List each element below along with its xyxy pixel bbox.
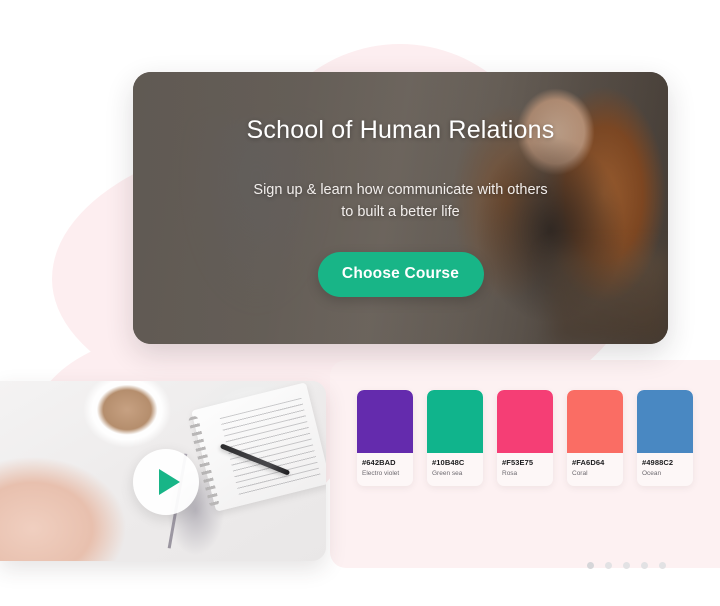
pagination-dot[interactable]: [605, 562, 612, 569]
color-swatch[interactable]: #FA6D64 Coral: [567, 390, 623, 486]
swatch-hex-label: #642BAD: [362, 458, 396, 467]
swatch-color-chip: [567, 390, 623, 453]
play-button[interactable]: [133, 449, 199, 515]
swatch-name-label: Coral: [572, 470, 588, 477]
color-swatch[interactable]: #10B48C Green sea: [427, 390, 483, 486]
pagination-dot[interactable]: [659, 562, 666, 569]
hero-title: School of Human Relations: [246, 116, 555, 144]
hero-content: School of Human Relations Sign up & lear…: [133, 72, 668, 344]
swatch-name-label: Electro violet: [362, 470, 400, 477]
pagination-dot[interactable]: [641, 562, 648, 569]
swatch-name-label: Ocean: [642, 470, 662, 477]
carousel-pagination: [587, 562, 666, 569]
swatch-color-chip: [357, 390, 413, 453]
page-canvas: School of Human Relations Sign up & lear…: [0, 0, 720, 606]
swatch-hex-label: #4988C2: [642, 458, 674, 467]
swatch-meta: #FA6D64 Coral: [567, 453, 623, 486]
choose-course-button[interactable]: Choose Course: [317, 251, 484, 297]
swatch-meta: #642BAD Electro violet: [357, 453, 413, 486]
swatch-name-label: Rosa: [502, 470, 518, 477]
play-triangle-icon: [158, 469, 180, 495]
swatch-color-chip: [497, 390, 553, 453]
swatch-meta: #10B48C Green sea: [427, 453, 483, 486]
notebook-prop: [191, 382, 326, 512]
swatch-hex-label: #F53E75: [502, 458, 534, 467]
pagination-dot[interactable]: [587, 562, 594, 569]
swatch-meta: #4988C2 Ocean: [637, 453, 693, 486]
swatch-color-chip: [427, 390, 483, 453]
hero-subtitle: Sign up & learn how communicate with oth…: [253, 182, 548, 221]
swatch-meta: #F53E75 Rosa: [497, 453, 553, 486]
color-swatch[interactable]: #4988C2 Ocean: [637, 390, 693, 486]
color-swatch[interactable]: #F53E75 Rosa: [497, 390, 553, 486]
color-palette: #642BAD Electro violet #10B48C Green sea…: [357, 390, 693, 486]
pagination-dot[interactable]: [623, 562, 630, 569]
color-swatch[interactable]: #642BAD Electro violet: [357, 390, 413, 486]
swatch-color-chip: [637, 390, 693, 453]
swatch-name-label: Green sea: [432, 470, 463, 477]
swatch-hex-label: #FA6D64: [572, 458, 605, 467]
swatch-hex-label: #10B48C: [432, 458, 465, 467]
hero-banner-card: School of Human Relations Sign up & lear…: [133, 72, 668, 344]
